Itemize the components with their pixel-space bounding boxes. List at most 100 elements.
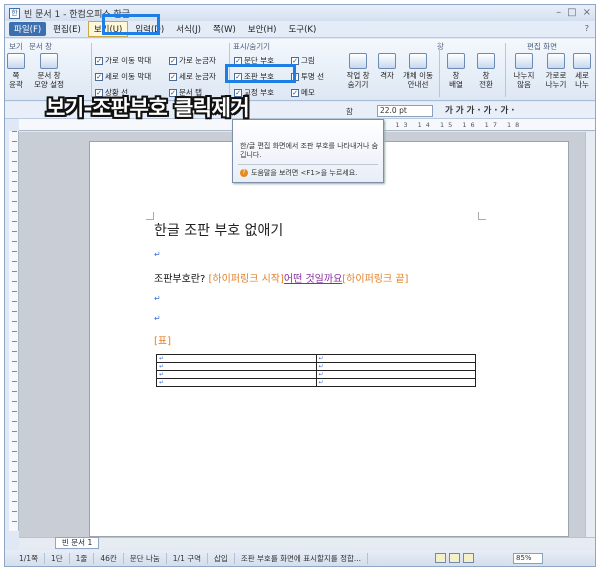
ruler-tick xyxy=(12,131,17,132)
ruler-tick xyxy=(12,501,17,502)
table-cell[interactable]: ↵ xyxy=(156,378,317,387)
split-vertical-label: 세로 나누 xyxy=(575,71,589,89)
normal-view-icon[interactable] xyxy=(435,553,446,563)
work-window-button[interactable]: 작업 창 숨기기 xyxy=(341,53,375,89)
document-line-1: 조판부호란? [하이퍼링크 시작]어떤 것일까요[하이퍼링크 끝] xyxy=(154,270,408,285)
control-code-tooltip: 한/글 편집 화면에서 조판 부호를 나타내거나 숨깁니다. ? 도움말을 보려… xyxy=(232,119,384,183)
table-row: ↵ ↵ xyxy=(156,354,476,363)
text-style-buttons[interactable]: 가 가 가 · 가 · 가 · xyxy=(445,104,515,116)
font-size-field[interactable]: 22.0 pt xyxy=(377,105,433,117)
status-line: 1줄 xyxy=(70,552,95,564)
check-label: 가로 이동 막대 xyxy=(105,56,152,65)
status-mode[interactable]: 삽입 xyxy=(208,552,235,564)
doc-window-settings-label: 문서 창 모양 설정 xyxy=(34,71,64,89)
menu-security[interactable]: 보안(H) xyxy=(243,22,282,36)
doc-window-settings-button[interactable]: 문서 창 모양 설정 xyxy=(31,53,67,89)
menu-page[interactable]: 쪽(W) xyxy=(208,22,241,36)
page-corner-mark xyxy=(478,212,486,220)
checkbox-checked-icon: ✓ xyxy=(169,72,177,81)
hyperlink-start-code: [하이퍼링크 시작] xyxy=(208,274,284,285)
group-label-doc-window: 문서 창 xyxy=(29,42,53,51)
instruction-caption: 보기-조판부호 클릭제거 xyxy=(46,96,250,120)
table-cell[interactable]: ↵ xyxy=(315,362,476,371)
object-move-button[interactable]: 개체 이동 안내선 xyxy=(399,53,437,89)
check-label: 투명 선 xyxy=(301,72,325,81)
minimize-icon[interactable]: – xyxy=(556,7,561,18)
page-view-icon[interactable] xyxy=(449,553,460,563)
ribbon-separator xyxy=(91,43,92,97)
arrange-label: 창 배열 xyxy=(449,71,463,89)
document-tab[interactable]: 빈 문서 1 xyxy=(55,537,100,549)
switch-window-button[interactable]: 창 전환 xyxy=(473,53,499,89)
work-window-label: 작업 창 숨기기 xyxy=(346,71,370,89)
doc-window-icon xyxy=(40,53,58,69)
grid-button[interactable]: 격자 xyxy=(377,53,397,80)
check-label: 그림 xyxy=(301,56,315,65)
document-page[interactable]: 한글 조판 부호 없애기 ↵ 조판부호란? [하이퍼링크 시작]어떤 것일까요[… xyxy=(89,141,569,537)
help-icon[interactable]: ? xyxy=(585,24,589,33)
ruler-tick xyxy=(12,181,17,182)
split-horizontal-button[interactable]: 가로로 나누기 xyxy=(541,53,571,89)
object-move-icon xyxy=(409,53,427,69)
check-memo[interactable]: ✓ 메모 xyxy=(291,87,315,98)
table-cell[interactable]: ↵ xyxy=(156,362,317,371)
font-name-field[interactable]: 함 xyxy=(346,106,353,117)
tooltip-body: 한/글 편집 화면에서 조판 부호를 나타내거나 숨깁니다. xyxy=(240,142,379,159)
vertical-scrollbar[interactable] xyxy=(585,132,595,537)
no-split-button[interactable]: 나누지 않음 xyxy=(509,53,539,89)
table-cell[interactable]: ↵ xyxy=(156,354,317,363)
horizontal-scrollbar[interactable] xyxy=(19,537,595,549)
check-v-ruler[interactable]: ✓ 세로 눈금자 xyxy=(169,71,216,82)
check-label: 세로 이동 막대 xyxy=(105,72,152,81)
group-label-show-hide: 표시/숨기기 xyxy=(233,42,271,51)
table-row: ↵ ↵ xyxy=(156,362,476,371)
switch-icon xyxy=(477,53,495,69)
menu-format[interactable]: 서식(J) xyxy=(171,22,206,36)
ruler-tick xyxy=(12,321,17,322)
ruler-tick xyxy=(12,361,17,362)
ruler-tick xyxy=(12,171,17,172)
split-vertical-button[interactable]: 세로 나누 xyxy=(571,53,593,89)
table-cell[interactable]: ↵ xyxy=(156,370,317,379)
maximize-icon[interactable]: □ xyxy=(567,7,576,18)
draft-view-icon[interactable] xyxy=(463,553,474,563)
check-h-ruler[interactable]: ✓ 가로 눈금자 xyxy=(169,55,216,66)
paragraph-mark-icon: ↵ xyxy=(154,250,161,259)
check-h-scroll[interactable]: ✓ 가로 이동 막대 xyxy=(95,55,151,66)
menu-edit[interactable]: 편집(E) xyxy=(48,22,86,36)
ruler-tick xyxy=(12,401,17,402)
ruler-tick xyxy=(12,481,17,482)
ruler-tick xyxy=(12,241,17,242)
ruler-tick xyxy=(12,151,17,152)
arrange-window-button[interactable]: 창 배열 xyxy=(443,53,469,89)
hyperlink-text[interactable]: 어떤 것일까요 xyxy=(284,274,342,285)
check-label: 가로 눈금자 xyxy=(179,56,216,65)
vertical-ruler[interactable] xyxy=(9,131,19,531)
no-split-label: 나누지 않음 xyxy=(513,71,535,89)
page-outline-button[interactable]: 쪽 윤곽 xyxy=(7,53,25,89)
table-cell[interactable]: ↵ xyxy=(315,354,476,363)
split-horizontal-icon xyxy=(547,53,565,69)
ruler-tick xyxy=(12,371,17,372)
ruler-tick xyxy=(12,491,17,492)
object-move-label: 개체 이동 안내선 xyxy=(403,71,433,89)
check-v-scroll[interactable]: ✓ 세로 이동 막대 xyxy=(95,71,151,82)
close-icon[interactable]: × xyxy=(583,7,591,18)
status-bar: 1/1쪽 1단 1줄 46칸 문단 나눔 1/1 구역 삽입 조판 부호를 화면… xyxy=(5,550,595,566)
table-cell[interactable]: ↵ xyxy=(315,378,476,387)
checkbox-checked-icon: ✓ xyxy=(95,56,103,65)
table-cell[interactable]: ↵ xyxy=(315,370,476,379)
menu-tools[interactable]: 도구(K) xyxy=(283,22,321,36)
group-label-edit-screen: 편집 화면 xyxy=(527,42,557,51)
ruler-tick xyxy=(12,211,17,212)
zoom-field[interactable]: 85% xyxy=(513,553,543,564)
menu-file[interactable]: 파일(F) xyxy=(9,22,47,36)
paragraph-mark-icon: ↵ xyxy=(154,294,161,303)
work-window-icon xyxy=(349,53,367,69)
tooltip-help-text: 도움말을 보려면 <F1>을 누르세요. xyxy=(251,169,358,177)
document-table[interactable]: ↵ ↵ ↵ ↵ ↵ ↵ ↵ ↵ xyxy=(156,354,476,387)
ruler-tick xyxy=(12,221,17,222)
check-label: 세로 눈금자 xyxy=(179,72,216,81)
hyperlink-end-code: [하이퍼링크 끝] xyxy=(342,274,409,285)
table-row: ↵ ↵ xyxy=(156,378,476,387)
